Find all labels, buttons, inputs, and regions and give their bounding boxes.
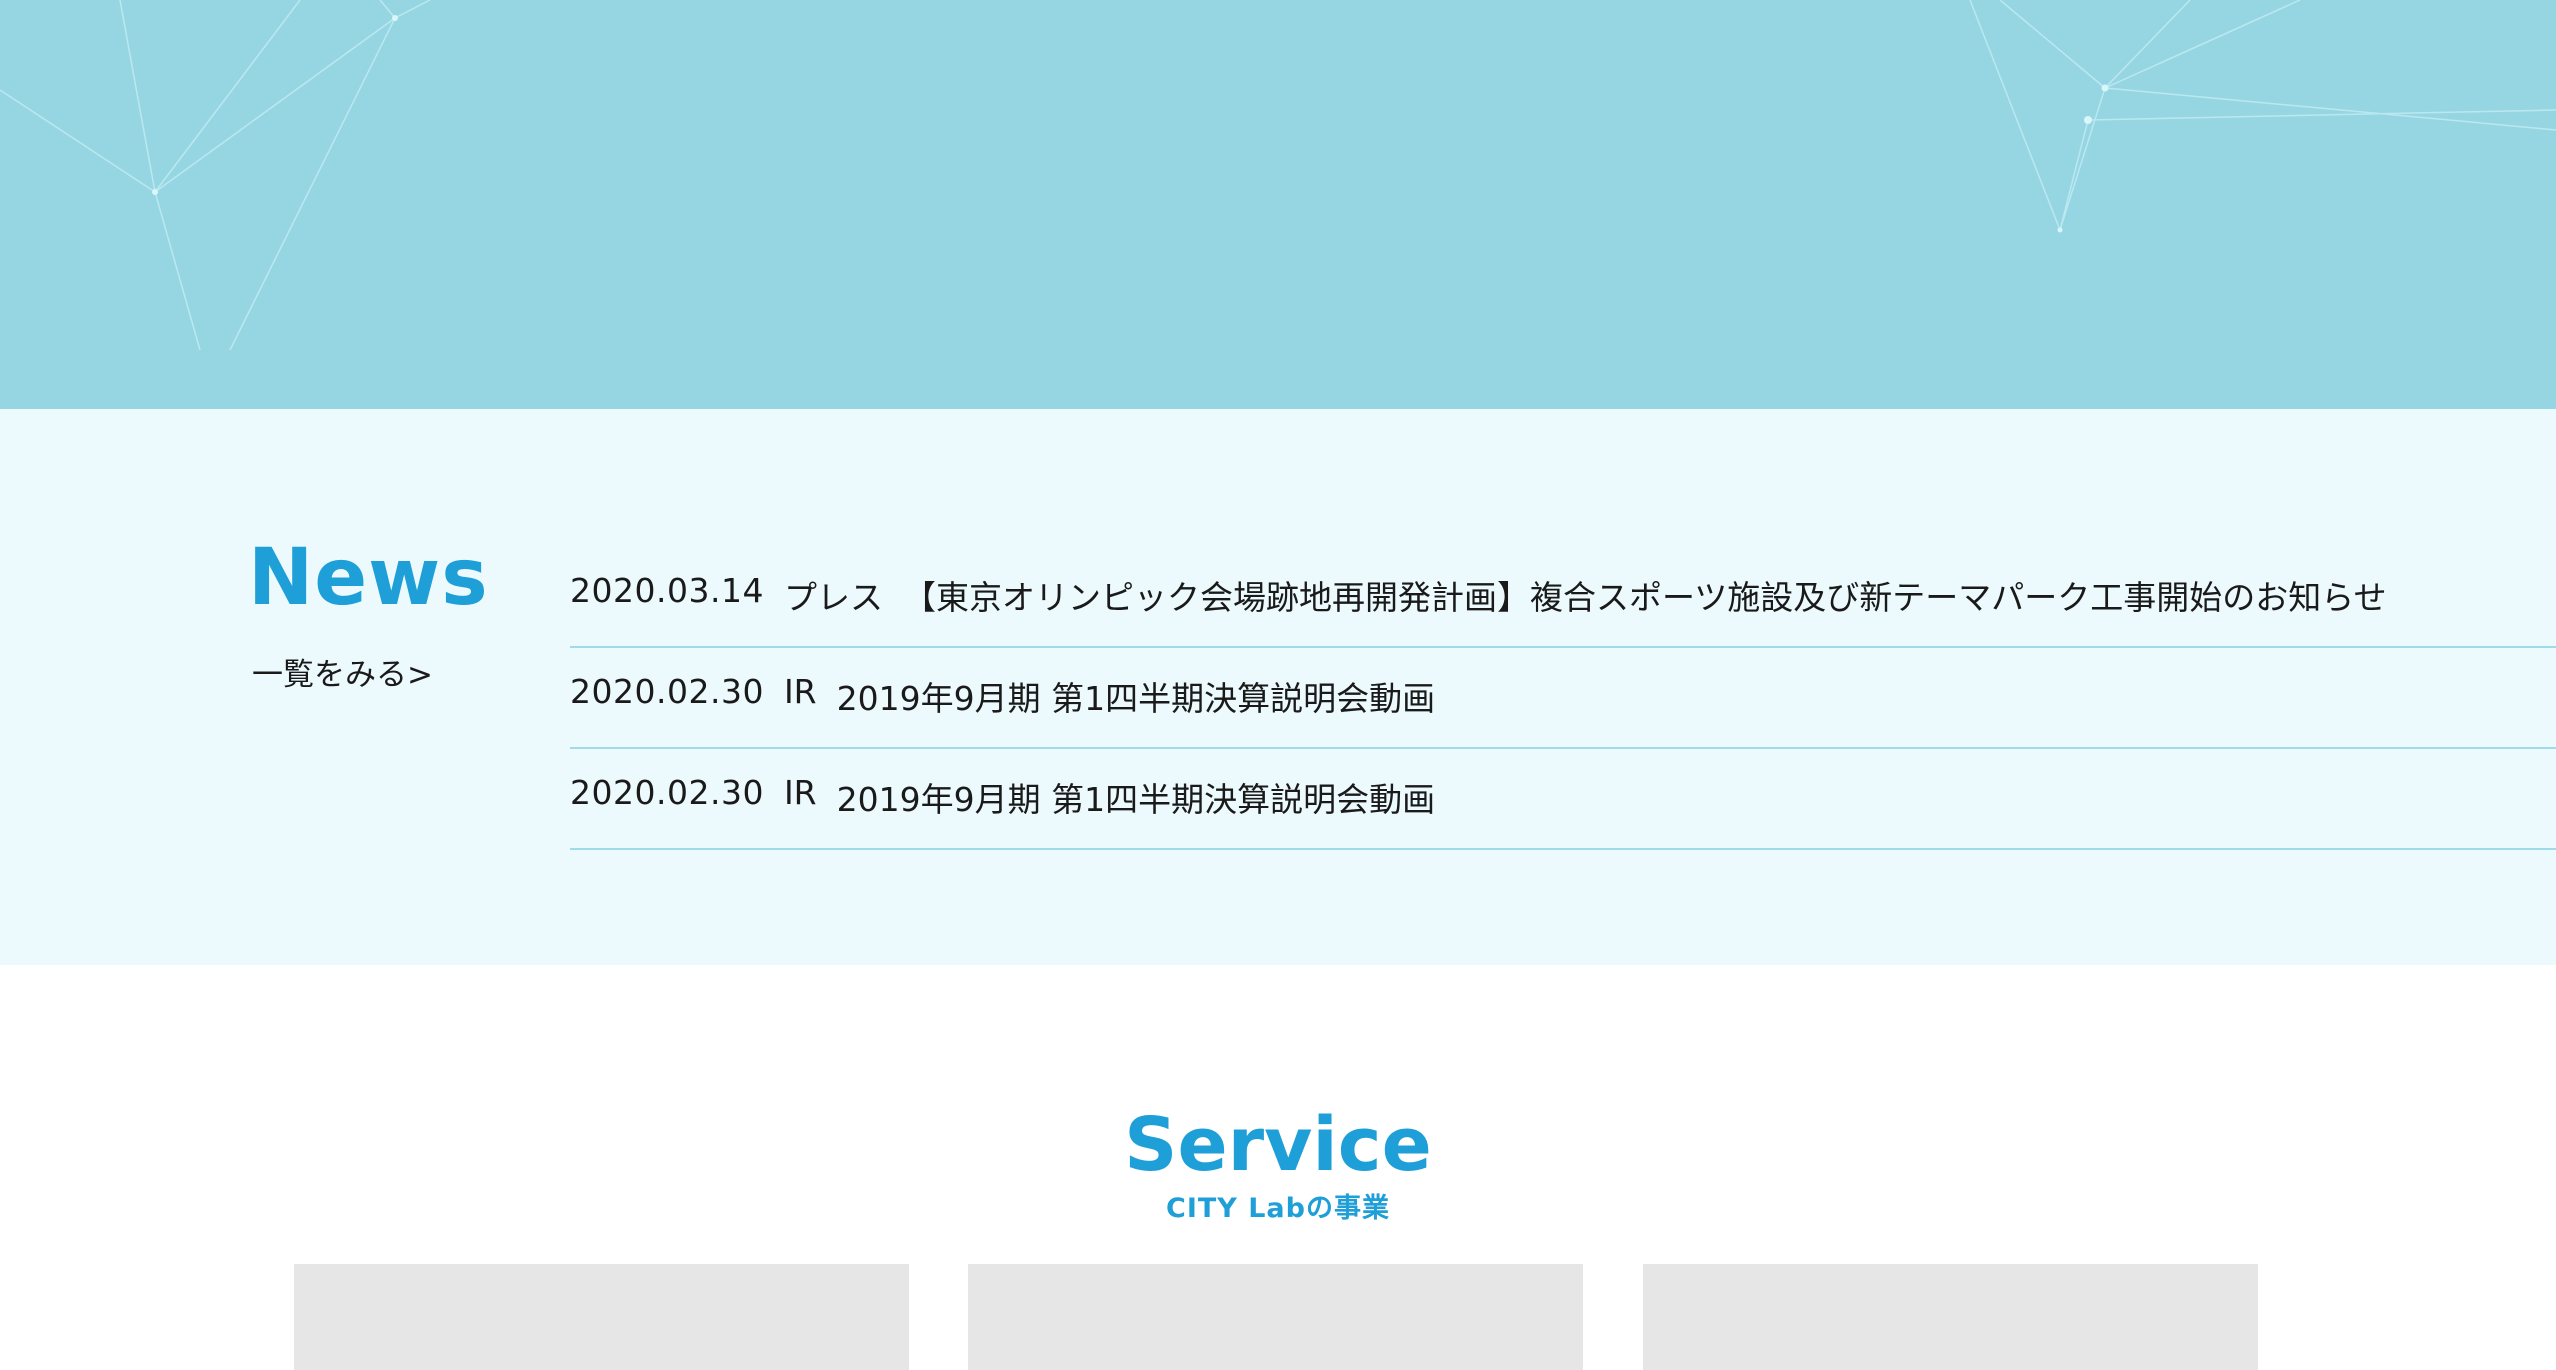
news-title[interactable]: 2019年9月期 第1四半期決算説明会動画: [837, 773, 1435, 821]
news-category: IR: [783, 773, 817, 812]
service-heading: Service: [1124, 1102, 1432, 1188]
service-subheading: CITY Labの事業: [1166, 1193, 1390, 1224]
news-section: News 一覧をみる> 2020.03.14 プレス 【東京オリンピック会場跡地…: [0, 409, 2556, 965]
service-card[interactable]: [968, 1264, 1583, 1370]
news-category: IR: [783, 672, 817, 711]
news-date: 2020.02.30: [570, 672, 764, 711]
page: News 一覧をみる> 2020.03.14 プレス 【東京オリンピック会場跡地…: [0, 0, 2556, 1370]
news-view-all-link[interactable]: 一覧をみる>: [252, 649, 433, 694]
news-date: 2020.03.14: [570, 571, 764, 610]
network-pattern-decoration: [0, 0, 2556, 351]
news-category: プレス: [783, 578, 883, 617]
news-title[interactable]: 2019年9月期 第1四半期決算説明会動画: [837, 672, 1435, 720]
service-card[interactable]: [1643, 1264, 2258, 1370]
news-item[interactable]: 2020.03.14 プレス 【東京オリンピック会場跡地再開発計画】複合スポーツ…: [570, 547, 2556, 648]
news-item[interactable]: 2020.02.30 IR 2019年9月期 第1四半期決算説明会動画: [570, 749, 2556, 850]
news-heading: News: [248, 533, 489, 623]
news-item[interactable]: 2020.02.30 IR 2019年9月期 第1四半期決算説明会動画: [570, 648, 2556, 749]
news-title[interactable]: 【東京オリンピック会場跡地再開発計画】複合スポーツ施設及び新テーマパーク工事開始…: [903, 571, 2387, 619]
hero-banner: [0, 0, 2556, 409]
service-card[interactable]: [294, 1264, 909, 1370]
news-date: 2020.02.30: [570, 773, 764, 812]
news-list: 2020.03.14 プレス 【東京オリンピック会場跡地再開発計画】複合スポーツ…: [570, 547, 2556, 850]
